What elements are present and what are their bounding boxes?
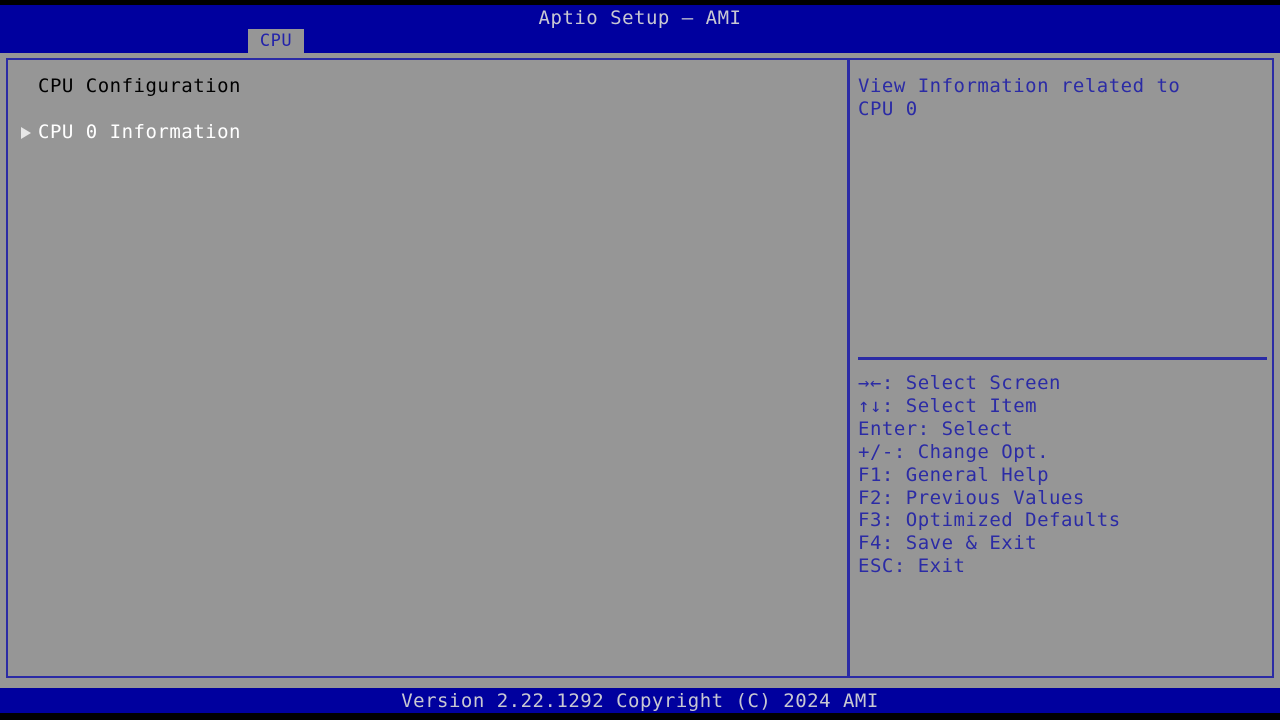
menu-item-cpu-0-information[interactable]: CPU 0 Information [8,121,847,145]
help-description: View Information related to CPU 0 [858,75,1268,121]
legend-general-help: F1: General Help [858,464,1272,487]
help-divider [858,357,1267,360]
help-panel: View Information related to CPU 0 →←: Se… [850,60,1272,676]
page-title: Aptio Setup – AMI [0,5,1280,32]
submenu-triangle-icon [21,127,31,139]
legend-esc-exit: ESC: Exit [858,555,1272,578]
settings-panel: CPU Configuration CPU 0 Information [8,60,847,676]
bottom-black-strip [0,713,1280,720]
legend-optimized-defaults: F3: Optimized Defaults [858,509,1272,532]
bios-setup-screen: Aptio Setup – AMI CPU CPU Configuration … [0,0,1280,720]
legend-enter-select: Enter: Select [858,418,1272,441]
legend-select-screen: →←: Select Screen [858,372,1272,395]
section-heading-cpu-configuration: CPU Configuration [38,75,241,97]
legend-previous-values: F2: Previous Values [858,487,1272,510]
legend-select-item: ↑↓: Select Item [858,395,1272,418]
key-legend: →←: Select Screen ↑↓: Select Item Enter:… [858,372,1272,578]
legend-save-and-exit: F4: Save & Exit [858,532,1272,555]
legend-change-opt: +/-: Change Opt. [858,441,1272,464]
version-copyright-text: Version 2.22.1292 Copyright (C) 2024 AMI [0,690,1280,712]
menu-item-label: CPU 0 Information [38,121,241,143]
tab-cpu[interactable]: CPU [248,29,304,53]
